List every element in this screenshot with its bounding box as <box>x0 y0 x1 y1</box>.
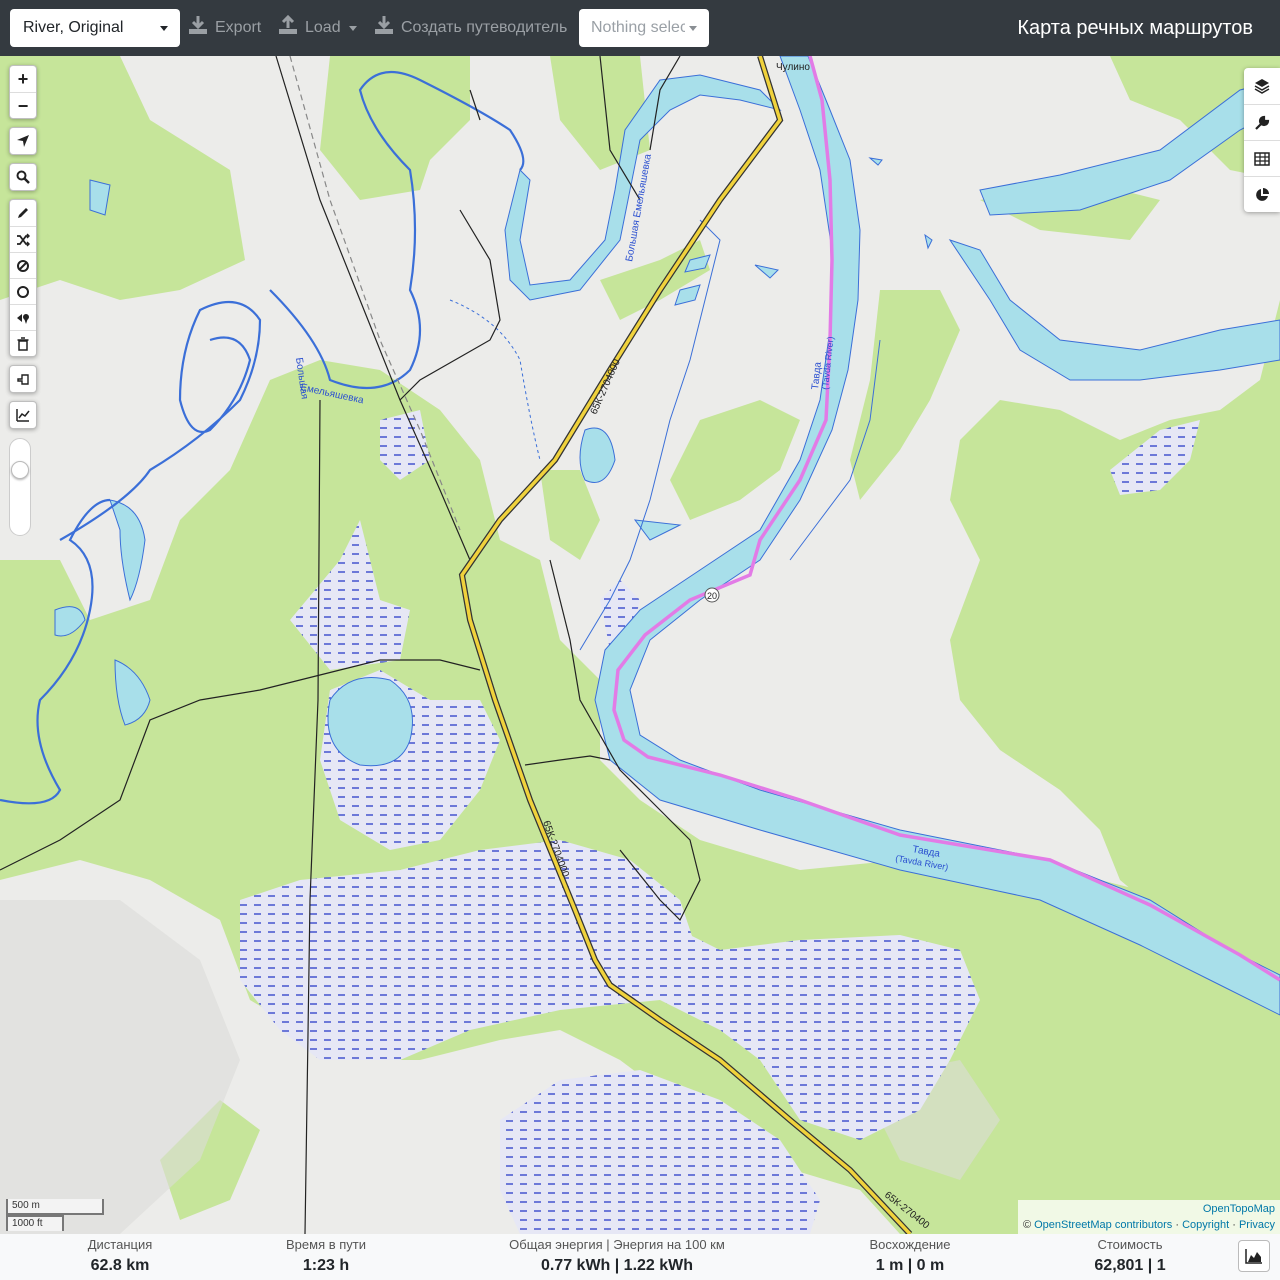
map-view[interactable]: Чулино Большая Емельяшевка Большая Емель… <box>0 56 1280 1234</box>
chevron-down-icon <box>689 26 697 31</box>
undo-icon <box>17 374 29 385</box>
delete-icon <box>17 337 29 351</box>
map-canvas[interactable]: Чулино Большая Емельяшевка Большая Емель… <box>0 56 1280 1234</box>
load-button[interactable]: Load <box>277 9 361 47</box>
road-shield-label: 20 <box>707 591 717 601</box>
wrench-icon <box>1255 115 1270 130</box>
circle-icon <box>17 285 29 298</box>
privacy-link[interactable]: Privacy <box>1239 1219 1275 1231</box>
profile-select[interactable]: River, Original <box>10 9 180 47</box>
search-control <box>9 163 37 191</box>
distance-value: 62.8 <box>90 1257 122 1274</box>
locate-control <box>9 127 37 155</box>
reverse-route-button[interactable] <box>10 226 36 252</box>
distance-stat: Дистанция 62.8 km <box>50 1234 190 1276</box>
create-guide-button[interactable]: Создать путеводитель <box>373 9 567 47</box>
distance-label: Дистанция <box>87 1237 153 1252</box>
load-label: Load <box>305 19 341 36</box>
top-navbar: River, Original Export Load Создать путе… <box>0 0 1280 56</box>
profile-select-value: River, Original <box>23 19 124 36</box>
poi-icon <box>17 313 29 324</box>
route-select[interactable]: Nothing selected <box>579 9 709 47</box>
time-value: 1:23 <box>302 1257 335 1274</box>
pie-chart-icon <box>1256 187 1269 201</box>
search-button[interactable] <box>10 164 36 190</box>
delete-route-button[interactable] <box>10 330 36 356</box>
layers-icon <box>1254 78 1270 94</box>
elevation-chart-button[interactable] <box>1238 1240 1270 1272</box>
create-guide-label: Создать путеводитель <box>401 19 568 36</box>
ascent-value: 1 m | 0 m <box>875 1257 945 1274</box>
ascent-label: Восхождение <box>869 1237 951 1252</box>
elevation-control <box>9 401 37 429</box>
draw-route-button[interactable] <box>10 200 36 226</box>
scale-bar: 500 m 1000 ft <box>6 1199 104 1231</box>
zoom-in-button[interactable]: + <box>10 66 36 92</box>
scale-metric: 500 m <box>6 1199 104 1215</box>
osm-link[interactable]: OpenStreetMap contributors <box>1034 1219 1172 1231</box>
upload-icon <box>279 14 297 34</box>
map-attribution: OpenTopoMap © OpenStreetMap contributors… <box>1017 1200 1280 1234</box>
shuffle-icon <box>17 233 30 247</box>
route-stats-bar: Дистанция 62.8 km Время в пути 1:23 h Об… <box>0 1234 1280 1280</box>
locate-button[interactable] <box>10 128 36 154</box>
elevation-button[interactable] <box>10 402 36 428</box>
zoom-out-button[interactable]: − <box>10 92 36 118</box>
opacity-slider[interactable] <box>9 438 31 536</box>
download-icon <box>375 16 393 34</box>
draw-icon <box>18 207 28 218</box>
scale-imperial: 1000 ft <box>6 1215 64 1231</box>
undo-control <box>9 365 37 393</box>
cost-label: Стоимость <box>1097 1237 1163 1252</box>
analysis-button[interactable] <box>1244 176 1280 212</box>
locate-icon <box>17 134 29 147</box>
chevron-down-icon <box>349 26 357 31</box>
ascent-stat: Восхождение 1 m | 0 m <box>845 1234 975 1276</box>
zoom-control: + − <box>9 65 37 119</box>
village-label: Чулино <box>776 62 810 73</box>
copyright-link[interactable]: Copyright <box>1182 1219 1229 1231</box>
distance-unit: km <box>126 1257 150 1274</box>
table-icon <box>1254 152 1270 166</box>
nogo-icon <box>17 259 29 272</box>
export-label: Export <box>215 19 262 36</box>
area-chart-icon <box>1245 1249 1262 1264</box>
export-button[interactable]: Export <box>187 9 261 47</box>
time-unit: h <box>339 1257 350 1274</box>
slider-handle[interactable] <box>11 461 29 479</box>
elevation-icon <box>16 408 30 422</box>
route-select-value: Nothing selected <box>591 19 685 36</box>
table-button[interactable] <box>1244 140 1280 176</box>
download-icon <box>189 16 207 34</box>
poi-button[interactable] <box>10 304 36 330</box>
energy-stat: Общая энергия | Энергия на 100 км 0.77 k… <box>497 1234 737 1276</box>
energy-value: 0.77 kWh | 1.22 kWh <box>540 1257 694 1274</box>
time-label: Время в пути <box>286 1237 366 1252</box>
cost-value: 62,801 | 1 <box>1094 1257 1166 1274</box>
app-title: Карта речных маршрутов <box>1017 17 1253 39</box>
cost-stat: Стоимость 62,801 | 1 <box>1070 1234 1190 1276</box>
road-label-1: 65К-2704000 <box>589 357 623 416</box>
time-stat: Время в пути 1:23 h <box>260 1234 392 1276</box>
layers-button[interactable] <box>1244 68 1280 104</box>
circle-button[interactable] <box>10 278 36 304</box>
energy-label: Общая энергия | Энергия на 100 км <box>509 1237 725 1252</box>
search-icon <box>16 170 30 184</box>
draw-toolbar <box>9 199 37 357</box>
chevron-down-icon <box>160 26 168 31</box>
opentopomap-link[interactable]: OpenTopoMap <box>1203 1203 1275 1215</box>
no-go-area-button[interactable] <box>10 252 36 278</box>
right-toolbar <box>1244 68 1280 212</box>
settings-button[interactable] <box>1244 104 1280 140</box>
copyright-symbol: © <box>1022 1219 1032 1231</box>
undo-button[interactable] <box>10 366 36 392</box>
